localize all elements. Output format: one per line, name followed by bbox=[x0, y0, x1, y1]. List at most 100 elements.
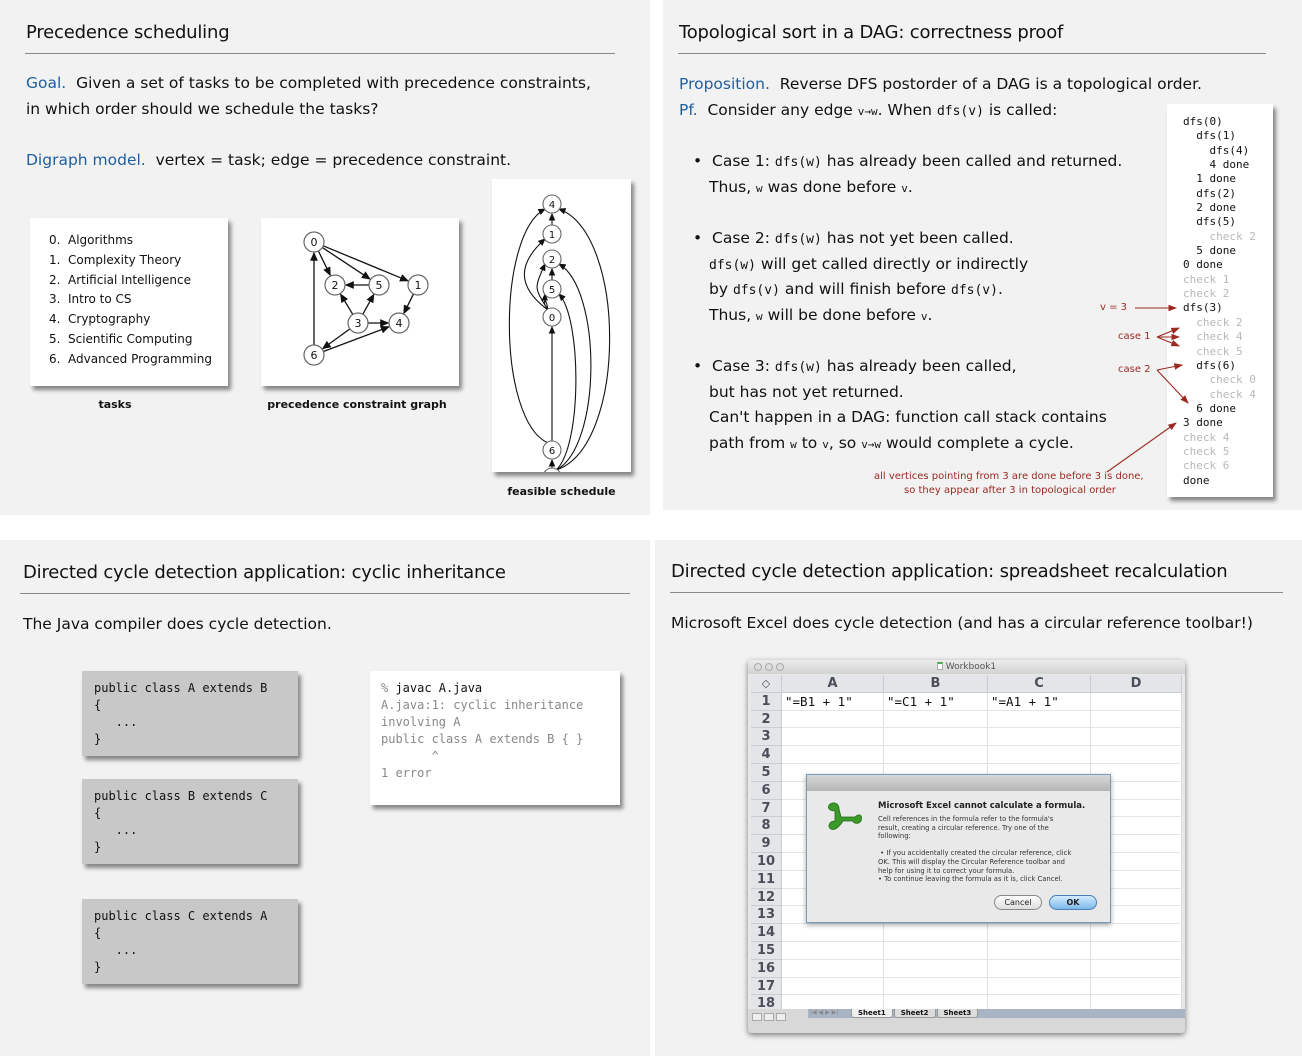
cell-a3[interactable] bbox=[782, 728, 884, 747]
cell-c16[interactable] bbox=[988, 959, 1091, 978]
cell-c4[interactable] bbox=[988, 746, 1091, 764]
row-header[interactable]: 12 bbox=[751, 888, 782, 907]
zoom-button[interactable] bbox=[776, 663, 784, 671]
task-number: 2. bbox=[49, 272, 61, 287]
class-c-code-box: public class C extends A { ... } bbox=[82, 899, 298, 984]
task-number: 0. bbox=[49, 233, 61, 247]
vertex-label: 1 bbox=[415, 279, 422, 292]
page-layout-view-button[interactable] bbox=[764, 1013, 774, 1021]
title-rule bbox=[20, 593, 630, 594]
cell-a17[interactable] bbox=[782, 977, 884, 996]
task-name: Intro to CS bbox=[68, 292, 132, 307]
minimize-button[interactable] bbox=[765, 663, 773, 671]
cell-b3[interactable] bbox=[884, 728, 988, 747]
vertex-label: 2 bbox=[332, 279, 339, 292]
row-header[interactable]: 2 bbox=[751, 710, 782, 729]
cell-c14[interactable] bbox=[988, 924, 1091, 942]
vertex-label: 0 bbox=[311, 236, 318, 249]
cell-a15[interactable] bbox=[782, 941, 884, 960]
arrow-case2-dfs6 bbox=[1156, 363, 1184, 371]
row-header[interactable]: 8 bbox=[751, 817, 782, 836]
cell-a16[interactable] bbox=[782, 959, 884, 978]
row-header[interactable]: 4 bbox=[751, 746, 782, 764]
task-number: 1. bbox=[49, 252, 61, 267]
page-break-view-button[interactable] bbox=[776, 1013, 786, 1021]
row-header[interactable]: 10 bbox=[751, 852, 782, 871]
task-item: 3. Intro to CS bbox=[49, 290, 212, 310]
task-item: 4. Cryptography bbox=[49, 310, 212, 330]
vertex-label: 3 bbox=[355, 317, 362, 330]
cell-d15[interactable] bbox=[1091, 941, 1182, 960]
edge-3-5 bbox=[362, 293, 375, 315]
sheet-tab-sheet2[interactable]: Sheet2 bbox=[893, 1009, 936, 1018]
cell-d1[interactable] bbox=[1091, 692, 1182, 711]
slide-cyclic-inheritance: Directed cycle detection application: cy… bbox=[0, 540, 650, 1056]
cell-c2[interactable] bbox=[988, 710, 1091, 729]
cell-d17[interactable] bbox=[1091, 977, 1182, 996]
schedule-edge-3-4 bbox=[555, 208, 611, 471]
row-header[interactable]: 16 bbox=[751, 959, 782, 978]
row-header[interactable]: 1 bbox=[751, 692, 782, 711]
column-header-a[interactable]: A bbox=[782, 675, 884, 693]
close-button[interactable] bbox=[754, 663, 762, 671]
task-name: Cryptography bbox=[68, 312, 151, 327]
schedule-caption: feasible schedule bbox=[507, 485, 616, 498]
column-header-row: ◇ A B C D bbox=[751, 675, 1182, 693]
cell-b16[interactable] bbox=[884, 959, 988, 978]
cell-a14[interactable] bbox=[782, 924, 884, 942]
cell-c17[interactable] bbox=[988, 977, 1091, 996]
cell-d14[interactable] bbox=[1091, 924, 1182, 942]
row-header[interactable]: 17 bbox=[751, 977, 782, 996]
cell-b1[interactable]: "=C1 + 1" bbox=[884, 692, 988, 711]
title-rule bbox=[25, 53, 615, 54]
class-c-code: public class C extends A { ... } bbox=[94, 909, 268, 974]
sheet-tab-sheet1[interactable]: Sheet1 bbox=[851, 1009, 893, 1018]
cell-b4[interactable] bbox=[884, 746, 988, 764]
document-icon bbox=[936, 662, 943, 670]
cell-c1[interactable]: "=A1 + 1" bbox=[988, 692, 1091, 711]
row-header[interactable]: 15 bbox=[751, 941, 782, 960]
task-number: 6. bbox=[49, 351, 61, 366]
cell-a2[interactable] bbox=[782, 710, 884, 729]
row-header[interactable]: 6 bbox=[751, 781, 782, 800]
normal-view-button[interactable] bbox=[752, 1013, 762, 1021]
cell-c3[interactable] bbox=[988, 728, 1091, 747]
cell-d16[interactable] bbox=[1091, 959, 1182, 978]
row-header[interactable]: 7 bbox=[751, 799, 782, 818]
cell-d2[interactable] bbox=[1091, 710, 1182, 729]
row-header[interactable]: 11 bbox=[751, 870, 782, 889]
column-header-c[interactable]: C bbox=[988, 675, 1091, 693]
schedule-edge-3-2 bbox=[555, 263, 592, 471]
terminal-prompt: % bbox=[381, 681, 396, 695]
cell-c15[interactable] bbox=[988, 941, 1091, 960]
row-header[interactable]: 5 bbox=[751, 763, 782, 782]
cell-d3[interactable] bbox=[1091, 728, 1182, 747]
task-item: 1. Complexity Theory bbox=[49, 251, 212, 271]
row-header[interactable]: 13 bbox=[751, 906, 782, 925]
cell-d4[interactable] bbox=[1091, 746, 1182, 764]
compiler-error: A.java:1: cyclic inheritance involving A… bbox=[381, 698, 584, 780]
select-all-corner[interactable]: ◇ bbox=[751, 675, 782, 693]
cell-b2[interactable] bbox=[884, 710, 988, 729]
row-header[interactable]: 3 bbox=[751, 728, 782, 747]
cell-b17[interactable] bbox=[884, 977, 988, 996]
ok-button[interactable]: OK bbox=[1049, 895, 1097, 910]
schedule-vertex-label: 1 bbox=[549, 230, 555, 241]
row-header[interactable]: 9 bbox=[751, 835, 782, 853]
arrow-3-done bbox=[1106, 422, 1177, 473]
terminal-command: javac A.java bbox=[395, 681, 483, 695]
cell-b14[interactable] bbox=[884, 924, 988, 942]
arrow-case2-6done bbox=[1156, 369, 1189, 404]
cancel-button[interactable]: Cancel bbox=[994, 895, 1042, 910]
column-header-b[interactable]: B bbox=[884, 675, 988, 693]
sheet-nav-arrows[interactable]: |◀ ◀ ▶ ▶| bbox=[810, 1009, 838, 1017]
cell-b15[interactable] bbox=[884, 941, 988, 960]
row-header[interactable]: 14 bbox=[751, 924, 782, 942]
class-b-code-box: public class B extends C { ... } bbox=[82, 779, 298, 864]
sheet-tab-sheet3[interactable]: Sheet3 bbox=[936, 1009, 979, 1018]
column-header-d[interactable]: D bbox=[1091, 675, 1182, 693]
edge-3-6 bbox=[321, 328, 351, 350]
cell-a4[interactable] bbox=[782, 746, 884, 764]
cell-a1[interactable]: "=B1 + 1" bbox=[782, 692, 884, 711]
sheet-row: 2 bbox=[751, 710, 1182, 729]
